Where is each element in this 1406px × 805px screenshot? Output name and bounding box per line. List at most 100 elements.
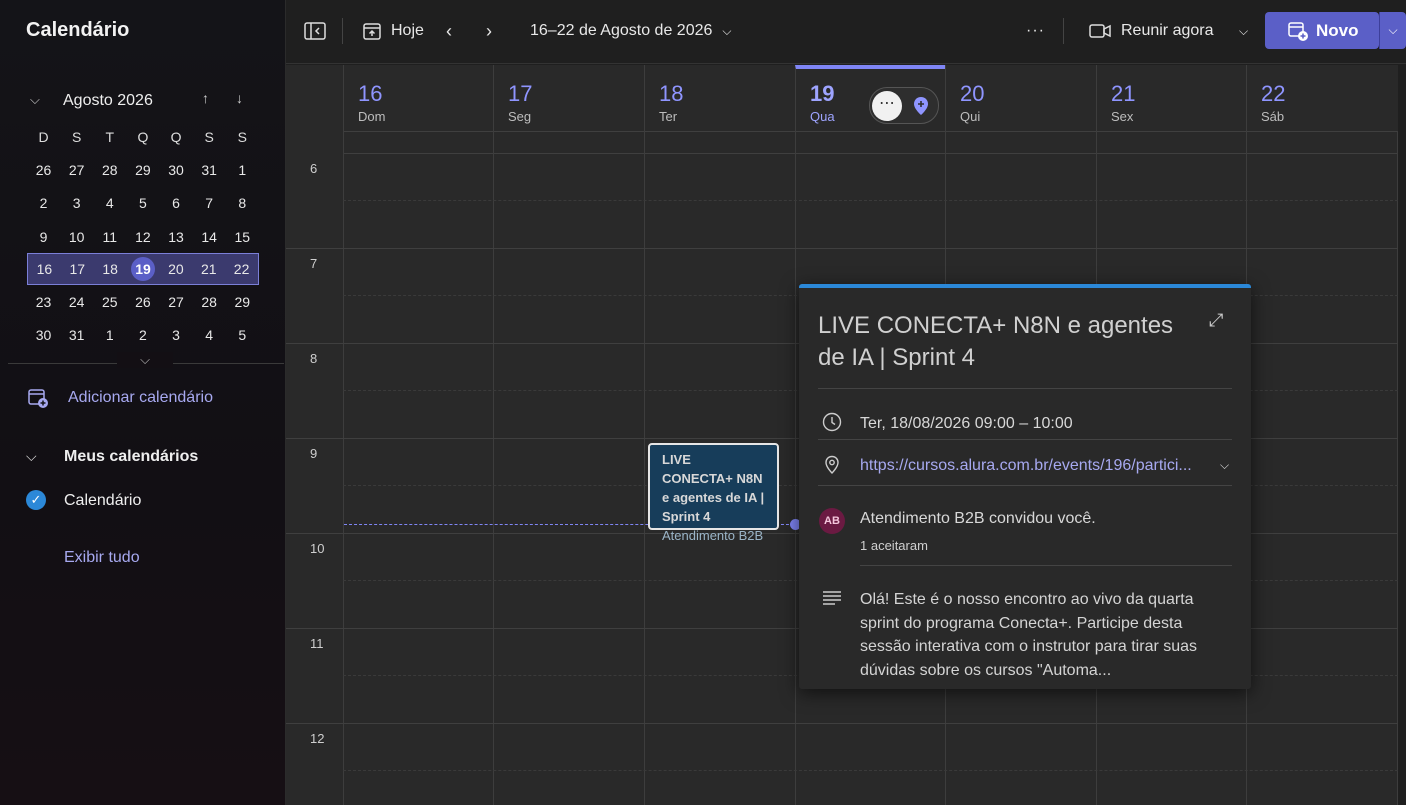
weekday-label: S [72,128,82,145]
date-range-picker[interactable]: 16–22 de Agosto de 2026 ⌵ [530,18,732,44]
mini-calendar-day[interactable]: 31 [193,162,226,178]
popup-accepted-count[interactable]: 1 aceitaram [860,538,928,553]
more-options-button[interactable]: ··· [1026,18,1045,44]
divider [860,565,1232,566]
mini-calendar-day[interactable]: 30 [27,327,60,343]
mini-calendar-day[interactable]: 11 [93,229,126,245]
mini-calendar-day[interactable]: 24 [60,294,93,310]
mini-calendar-day[interactable]: 4 [93,195,126,211]
event-organizer: Atendimento B2B [662,528,764,543]
previous-month-arrow-icon[interactable]: ↑ [202,90,209,106]
weekday-label: Q [137,128,149,145]
mini-calendar-day[interactable]: 4 [193,327,226,343]
new-event-dropdown-chevron-icon[interactable]: ⌵ [1379,12,1406,49]
previous-week-chevron-icon[interactable]: ‹ [446,18,452,44]
mini-calendar-day[interactable]: 5 [226,327,259,343]
show-all-link[interactable]: Exibir tudo [64,549,140,567]
mini-calendar-day[interactable]: 17 [61,261,94,277]
mini-calendar-day[interactable]: 2 [27,195,60,211]
toolbar-divider [342,18,343,44]
day-header[interactable]: 21 Sex [1096,65,1246,131]
mini-calendar-day[interactable]: 30 [160,162,193,178]
mini-calendar-day[interactable]: 18 [94,261,127,277]
day-name: Sáb [1261,109,1285,124]
mini-calendar-day[interactable]: 31 [60,327,93,343]
meet-now-button[interactable]: Reunir agora [1089,18,1214,44]
collapse-chevron-icon[interactable]: ⌵ [30,92,40,108]
mini-calendar-day[interactable]: 1 [226,162,259,178]
chevron-down-icon[interactable]: ⌵ [1220,458,1229,473]
next-week-chevron-icon[interactable]: › [486,18,492,44]
new-event-button[interactable]: Novo [1265,12,1379,49]
mini-calendar-day[interactable]: 14 [193,229,226,245]
toolbar-divider [1063,18,1064,44]
hour-label: 7 [310,256,318,271]
week-row: 9 10 11 12 13 14 15 [27,220,259,253]
mini-calendar-day[interactable]: 15 [226,229,259,245]
mini-calendar-day[interactable]: 12 [126,229,159,245]
more-options-button[interactable]: ⋯ [872,91,902,121]
chevron-down-icon: ⌵ [26,448,37,464]
mini-calendar-day[interactable]: 8 [226,195,259,211]
popup-location-link[interactable]: https://cursos.alura.com.br/events/196/p… [860,457,1208,475]
location-add-icon[interactable] [912,96,930,116]
mini-calendar-day[interactable]: 3 [160,327,193,343]
mini-calendar-day[interactable]: 27 [160,294,193,310]
mini-calendar-day[interactable]: 10 [60,229,93,245]
hour-tick [286,628,343,629]
mini-calendar-day[interactable]: 26 [126,294,159,310]
mini-calendar-day[interactable]: 29 [126,162,159,178]
mini-calendar-day[interactable]: 23 [27,294,60,310]
divider [818,439,1232,440]
today-button[interactable]: Hoje [362,18,424,44]
mini-calendar-header: ⌵ Agosto 2026 ↑ ↓ [26,90,262,112]
day-header[interactable]: 18 Ter [644,65,795,131]
column-divider [795,131,796,805]
chevron-down-icon: ⌵ [722,23,732,38]
add-calendar-label: Adicionar calendário [68,389,213,406]
mini-calendar-day[interactable]: 2 [126,327,159,343]
calendar-add-icon [1288,22,1308,41]
expand-icon[interactable]: ⤢ [1209,310,1223,331]
mini-calendar-day[interactable]: 9 [27,229,60,245]
checkmark-icon[interactable]: ✓ [26,490,46,510]
mini-calendar-day[interactable]: 16 [28,261,61,277]
popup-event-title: LIVE CONECTA+ N8N e agentes de IA | Spri… [818,312,1174,371]
column-divider [343,65,344,805]
mini-calendar-day[interactable]: 13 [160,229,193,245]
mini-calendar-day[interactable]: 28 [93,162,126,178]
mini-calendar-day[interactable]: 20 [159,261,192,277]
mini-calendar-day[interactable]: 26 [27,162,60,178]
mini-calendar-today[interactable]: 19 [127,257,160,282]
mini-calendar-month[interactable]: Agosto 2026 [63,92,153,110]
mini-calendar-day[interactable]: 29 [226,294,259,310]
mini-calendar-day[interactable]: 21 [192,261,225,277]
day-name: Qua [810,109,835,124]
weekday-label: S [237,128,247,145]
mini-calendar-day[interactable]: 25 [93,294,126,310]
expand-chevron-icon[interactable]: ⌵ [117,352,173,368]
scrollbar[interactable] [1399,65,1406,805]
day-header[interactable]: 20 Qui [945,65,1096,131]
weekday-label: S [204,128,214,145]
hour-tick [286,248,343,249]
sidebar-toggle-icon [304,22,326,40]
mini-calendar-day[interactable]: 3 [60,195,93,211]
mini-calendar-day[interactable]: 27 [60,162,93,178]
mini-calendar-day[interactable]: 22 [225,261,258,277]
mini-calendar-day[interactable]: 5 [126,195,159,211]
mini-calendar-day[interactable]: 28 [193,294,226,310]
calendar-item-label: Calendário [64,492,142,509]
meet-now-dropdown-chevron-icon[interactable]: ⌵ [1239,18,1248,44]
day-name: Ter [659,109,678,124]
mini-calendar-day[interactable]: 7 [193,195,226,211]
day-header[interactable]: 17 Seg [493,65,644,131]
day-header[interactable]: 22 Sáb [1246,65,1397,131]
mini-calendar-day[interactable]: 1 [93,327,126,343]
calendar-event[interactable]: LIVE CONECTA+ N8N e agentes de IA | Spri… [648,443,779,543]
toggle-sidebar-button[interactable] [304,18,326,44]
toolbar: Hoje ‹ › 16–22 de Agosto de 2026 ⌵ ··· R… [286,0,1406,64]
mini-calendar-day[interactable]: 6 [160,195,193,211]
next-month-arrow-icon[interactable]: ↓ [236,90,243,106]
day-header[interactable]: 16 Dom [343,65,493,131]
